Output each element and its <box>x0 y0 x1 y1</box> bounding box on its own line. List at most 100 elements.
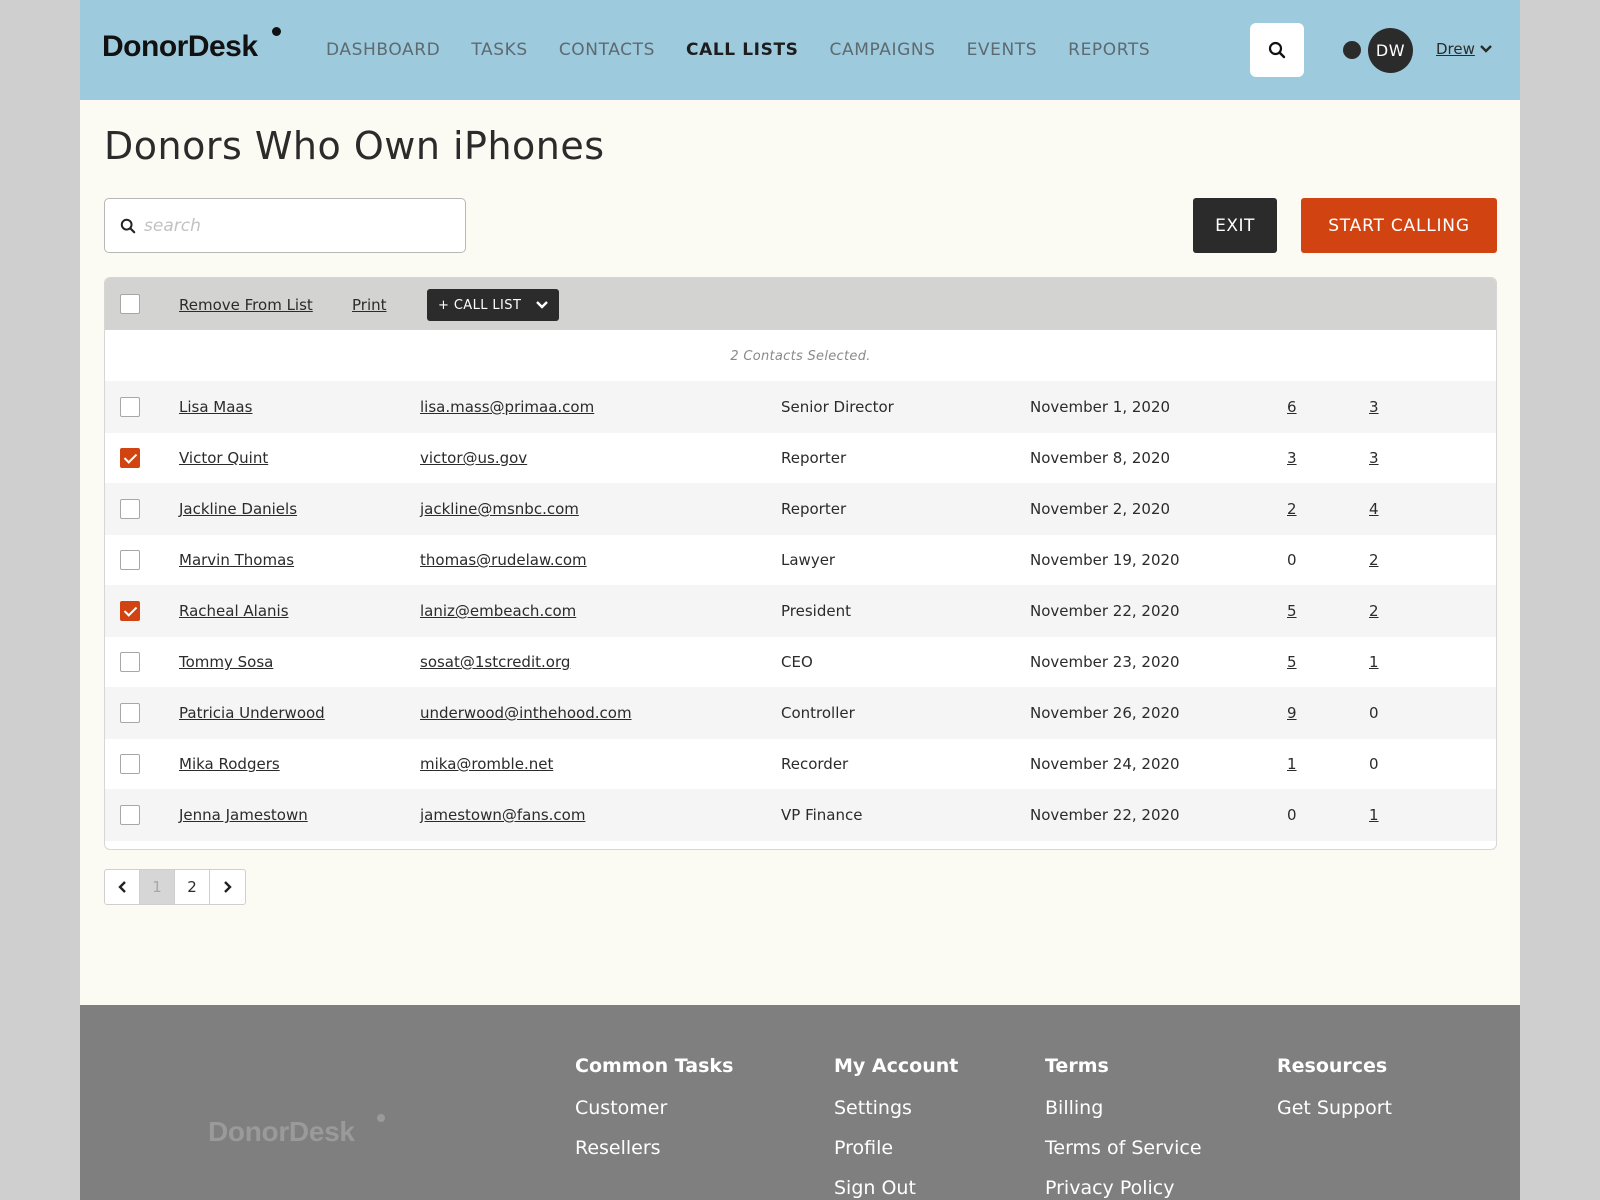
search-input[interactable] <box>144 215 444 236</box>
contact-date: November 24, 2020 <box>1030 755 1180 773</box>
add-call-list-button[interactable]: + CALL LIST <box>427 289 559 321</box>
row-checkbox[interactable] <box>120 550 140 570</box>
table-row: Lisa Maas lisa.mass@primaa.com Senior Dire… <box>105 381 1496 433</box>
contact-title: Lawyer <box>781 551 836 569</box>
row-checkbox[interactable] <box>120 652 140 672</box>
contact-name[interactable]: Jackline Daniels <box>179 500 297 518</box>
footer-link-resellers[interactable]: Resellers <box>575 1137 733 1159</box>
page-2-button[interactable]: 2 <box>175 870 210 904</box>
pagination: 1 2 <box>104 869 246 905</box>
footer-logo-dot-icon <box>377 1114 385 1122</box>
nav-tasks[interactable]: TASKS <box>471 40 527 60</box>
table-row: Racheal Alanis laniz@embeach.com President… <box>105 585 1496 637</box>
contact-count-b[interactable]: 3 <box>1369 449 1379 467</box>
contact-name[interactable]: Jenna Jamestown <box>179 806 308 824</box>
contact-date: November 19, 2020 <box>1030 551 1180 569</box>
contact-count-b[interactable]: 3 <box>1369 398 1379 416</box>
row-checkbox[interactable] <box>120 805 140 825</box>
contact-name[interactable]: Mika Rodgers <box>179 755 280 773</box>
contact-name[interactable]: Marvin Thomas <box>179 551 294 569</box>
exit-button[interactable]: EXIT <box>1193 198 1277 253</box>
remove-from-list-link[interactable]: Remove From List <box>179 296 313 314</box>
selection-count: 2 Contacts Selected. <box>730 349 871 364</box>
contact-count-a[interactable]: 6 <box>1287 398 1297 416</box>
header-search-button[interactable] <box>1250 23 1304 77</box>
contact-email[interactable]: lisa.mass@primaa.com <box>420 398 594 416</box>
contact-count-a[interactable]: 2 <box>1287 500 1297 518</box>
nav-events[interactable]: EVENTS <box>967 40 1038 60</box>
print-link[interactable]: Print <box>352 296 387 314</box>
nav-reports[interactable]: REPORTS <box>1068 40 1150 60</box>
contact-count-a[interactable]: 1 <box>1287 755 1297 773</box>
row-checkbox[interactable] <box>120 397 140 417</box>
contact-date: November 8, 2020 <box>1030 449 1171 467</box>
logo[interactable]: DonorDesk <box>102 30 258 64</box>
contact-count-b[interactable]: 2 <box>1369 602 1379 620</box>
row-checkbox[interactable] <box>120 499 140 519</box>
select-all-checkbox[interactable] <box>120 294 140 314</box>
contact-name[interactable]: Tommy Sosa <box>179 653 273 671</box>
contact-email[interactable]: jamestown@fans.com <box>420 806 585 824</box>
table-row: Victor Quint victor@us.gov Reporter Novembe… <box>105 432 1496 484</box>
footer-link-customer[interactable]: Customer <box>575 1097 733 1119</box>
contact-email[interactable]: mika@romble.net <box>420 755 553 773</box>
list-search-box[interactable] <box>104 198 466 253</box>
row-checkbox[interactable] <box>120 754 140 774</box>
contact-name[interactable]: Lisa Maas <box>179 398 252 416</box>
contact-count-b: 0 <box>1369 755 1379 773</box>
footer-logo[interactable]: DonorDesk <box>208 1116 355 1148</box>
footer-heading: My Account <box>834 1055 959 1077</box>
row-checkbox[interactable] <box>120 601 140 621</box>
footer-heading: Common Tasks <box>575 1055 734 1077</box>
next-page-button[interactable] <box>210 870 245 904</box>
contact-name[interactable]: Racheal Alanis <box>179 602 289 620</box>
contact-date: November 22, 2020 <box>1030 602 1180 620</box>
footer-link-sign-out[interactable]: Sign Out <box>834 1177 958 1199</box>
contact-email[interactable]: jackline@msnbc.com <box>420 500 579 518</box>
contact-count-a[interactable]: 5 <box>1287 602 1297 620</box>
contact-date: November 23, 2020 <box>1030 653 1180 671</box>
footer-heading: Resources <box>1277 1055 1388 1077</box>
contact-name[interactable]: Victor Quint <box>179 449 268 467</box>
contact-count-b[interactable]: 2 <box>1369 551 1379 569</box>
row-checkbox[interactable] <box>120 448 140 468</box>
prev-page-button[interactable] <box>105 870 140 904</box>
footer-col-my-account: My Account Settings Profile Sign Out <box>834 1055 958 1200</box>
nav-contacts[interactable]: CONTACTS <box>559 40 655 60</box>
contact-title: Senior Director <box>781 398 894 416</box>
contact-count-b[interactable]: 1 <box>1369 806 1379 824</box>
top-header: DonorDesk DASHBOARD TASKS CONTACTS CALL … <box>80 0 1520 100</box>
nav-call-lists[interactable]: CALL LISTS <box>686 40 798 60</box>
contact-date: November 26, 2020 <box>1030 704 1180 722</box>
contact-email[interactable]: victor@us.gov <box>420 449 527 467</box>
footer-link-profile[interactable]: Profile <box>834 1137 958 1159</box>
contact-count-a[interactable]: 3 <box>1287 449 1297 467</box>
main-nav: DASHBOARD TASKS CONTACTS CALL LISTS CAMP… <box>326 40 1181 60</box>
page-1-button[interactable]: 1 <box>140 870 175 904</box>
footer-link-terms-of-service[interactable]: Terms of Service <box>1045 1137 1202 1159</box>
contact-count-a[interactable]: 5 <box>1287 653 1297 671</box>
nav-dashboard[interactable]: DASHBOARD <box>326 40 440 60</box>
contact-name[interactable]: Patricia Underwood <box>179 704 325 722</box>
row-checkbox[interactable] <box>120 703 140 723</box>
table-row: Tommy Sosa sosat@1stcredit.org CEO November… <box>105 636 1496 688</box>
footer: DonorDesk Common Tasks Customer Reseller… <box>80 1005 1520 1200</box>
contact-title: VP Finance <box>781 806 863 824</box>
avatar[interactable]: DW <box>1368 28 1413 73</box>
nav-campaigns[interactable]: CAMPAIGNS <box>830 40 936 60</box>
contact-count-b[interactable]: 1 <box>1369 653 1379 671</box>
start-calling-button[interactable]: START CALLING <box>1301 198 1497 253</box>
chevron-down-icon <box>1480 45 1492 53</box>
chevron-right-icon <box>223 881 232 893</box>
contact-email[interactable]: sosat@1stcredit.org <box>420 653 570 671</box>
footer-link-get-support[interactable]: Get Support <box>1277 1097 1392 1119</box>
contact-email[interactable]: laniz@embeach.com <box>420 602 576 620</box>
user-menu[interactable]: Drew <box>1436 40 1493 58</box>
contact-count-b[interactable]: 4 <box>1369 500 1379 518</box>
footer-link-privacy-policy[interactable]: Privacy Policy <box>1045 1177 1202 1199</box>
footer-link-settings[interactable]: Settings <box>834 1097 958 1119</box>
contact-count-a[interactable]: 9 <box>1287 704 1297 722</box>
contact-email[interactable]: thomas@rudelaw.com <box>420 551 587 569</box>
footer-link-billing[interactable]: Billing <box>1045 1097 1202 1119</box>
contact-email[interactable]: underwood@inthehood.com <box>420 704 632 722</box>
